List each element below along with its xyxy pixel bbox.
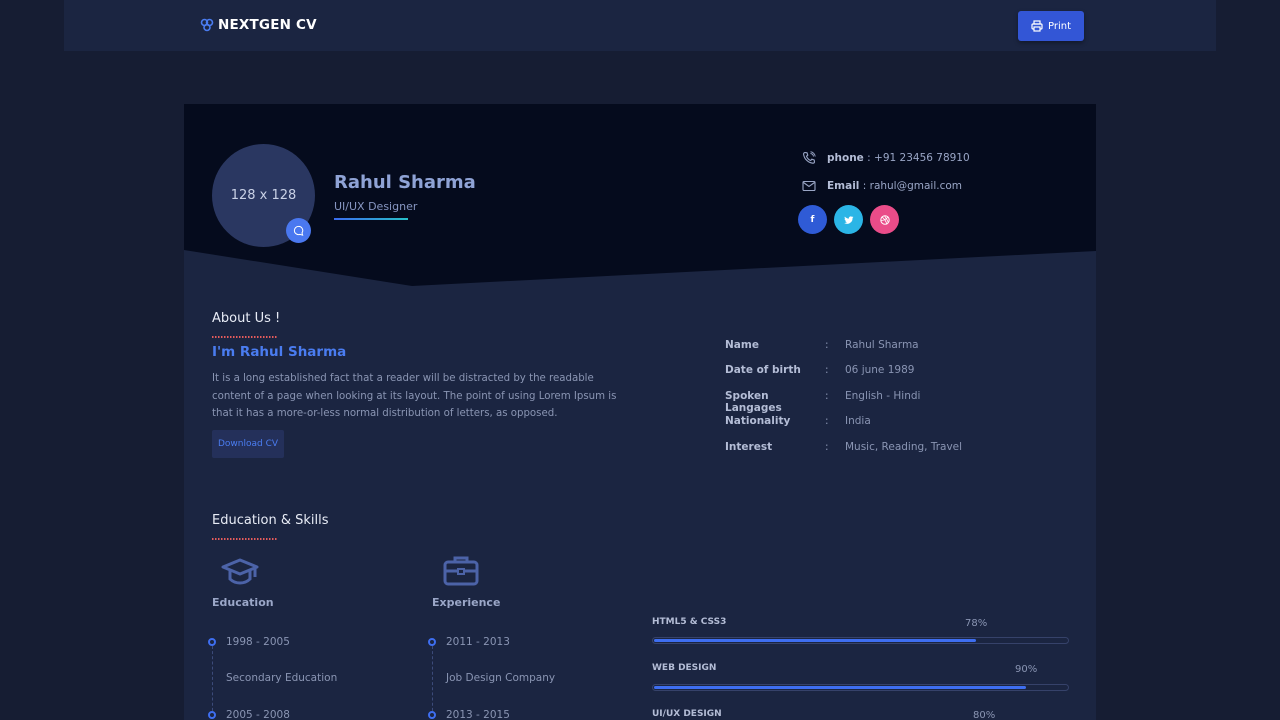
education-title: Education xyxy=(212,596,274,609)
info-row-dob: Date of birth : 06 june 1989 xyxy=(725,364,914,376)
skill-bar-track xyxy=(652,637,1069,644)
info-label: Date of birth xyxy=(725,364,801,376)
top-navbar: NEXTGEN CV Print xyxy=(64,0,1216,51)
timeline-dot xyxy=(428,711,436,719)
profile-name: Rahul Sharma xyxy=(334,172,476,193)
info-value: Rahul Sharma xyxy=(845,339,919,351)
info-label: Nationality xyxy=(725,415,791,427)
skill-bar-fill xyxy=(654,639,976,642)
skill-bar-track xyxy=(652,684,1069,691)
resume-card: 128 x 128 Rahul Sharma UI/UX Designer ph… xyxy=(184,104,1096,720)
info-value: India xyxy=(845,415,871,427)
phone-icon xyxy=(803,151,816,164)
education-skills-divider xyxy=(212,538,277,540)
briefcase-icon xyxy=(443,556,479,586)
timeline-dot xyxy=(208,711,216,719)
info-value: 06 june 1989 xyxy=(845,364,915,376)
graduation-cap-icon xyxy=(221,558,259,585)
info-separator: : xyxy=(825,441,829,453)
education-period: 2005 - 2008 xyxy=(226,709,290,720)
phone-label: phone xyxy=(827,152,864,164)
logo-icon xyxy=(200,18,214,32)
skill-percent: 80% xyxy=(973,710,996,720)
profile-header: 128 x 128 Rahul Sharma UI/UX Designer ph… xyxy=(184,104,1096,289)
experience-period: 2013 - 2015 xyxy=(446,709,510,720)
phone-value[interactable]: : +91 23456 78910 xyxy=(867,152,970,164)
experience-description: Job Design Company xyxy=(446,672,556,684)
info-label: Interest xyxy=(725,441,773,453)
info-separator: : xyxy=(825,415,829,427)
print-button[interactable]: Print xyxy=(1018,11,1084,41)
facebook-button[interactable]: f xyxy=(798,205,827,234)
info-label: Name xyxy=(725,339,759,351)
about-heading: I'm Rahul Sharma xyxy=(212,344,347,360)
facebook-icon: f xyxy=(810,214,815,225)
info-row-name: Name : Rahul Sharma xyxy=(725,339,919,351)
print-label: Print xyxy=(1047,20,1071,32)
download-cv-button[interactable]: Download CV xyxy=(212,430,284,458)
phone-row: phone : +91 23456 78910 xyxy=(802,151,970,165)
email-label: Email xyxy=(827,180,860,192)
header-background xyxy=(184,104,1096,286)
avatar-placeholder-text: 128 x 128 xyxy=(230,188,297,203)
mail-icon xyxy=(802,180,816,192)
education-skills-title: Education & Skills xyxy=(212,513,329,528)
twitter-icon xyxy=(843,215,853,224)
skill-name: UI/UX DESIGN xyxy=(652,709,722,719)
experience-timeline-line xyxy=(432,646,433,716)
skill-name: WEB DESIGN xyxy=(652,663,717,673)
skill-percent: 78% xyxy=(965,618,988,629)
download-cv-label: Download CV xyxy=(217,439,279,449)
skill-bar-fill xyxy=(654,686,1026,689)
info-row-languages: Spoken Langages : English - Hindi xyxy=(725,390,920,414)
twitter-button[interactable] xyxy=(834,205,863,234)
info-value: English - Hindi xyxy=(845,390,921,402)
education-period: 1998 - 2005 xyxy=(226,636,290,648)
info-separator: : xyxy=(825,390,829,402)
brand-logo[interactable]: NEXTGEN CV xyxy=(200,17,317,33)
timeline-dot xyxy=(208,638,216,646)
education-timeline-line xyxy=(212,646,213,716)
about-title-divider xyxy=(212,336,277,338)
profile-role: UI/UX Designer xyxy=(334,200,418,213)
brand-name: NEXTGEN CV xyxy=(218,17,317,33)
info-row-interest: Interest : Music, Reading, Travel xyxy=(725,441,962,453)
timeline-dot xyxy=(428,638,436,646)
dribbble-icon xyxy=(879,214,890,225)
role-underline xyxy=(334,218,408,220)
info-separator: : xyxy=(825,364,829,376)
experience-title: Experience xyxy=(432,596,501,609)
printer-icon xyxy=(1031,20,1043,32)
skill-percent: 90% xyxy=(1015,664,1038,675)
education-description: Secondary Education xyxy=(226,672,338,684)
info-separator: : xyxy=(825,339,829,351)
info-value: Music, Reading, Travel xyxy=(845,441,963,453)
email-value[interactable]: : rahul@gmail.com xyxy=(863,180,962,192)
about-text: It is a long established fact that a rea… xyxy=(212,373,617,419)
about-title: About Us ! xyxy=(212,311,281,326)
skill-name: HTML5 & CSS3 xyxy=(652,617,727,627)
chat-icon xyxy=(293,225,304,236)
email-row: Email : rahul@gmail.com xyxy=(802,179,962,193)
chat-button[interactable] xyxy=(286,218,311,243)
experience-period: 2011 - 2013 xyxy=(446,636,510,648)
dribbble-button[interactable] xyxy=(870,205,899,234)
info-label: Spoken Langages xyxy=(725,390,782,414)
info-row-nationality: Nationality : India xyxy=(725,415,871,427)
